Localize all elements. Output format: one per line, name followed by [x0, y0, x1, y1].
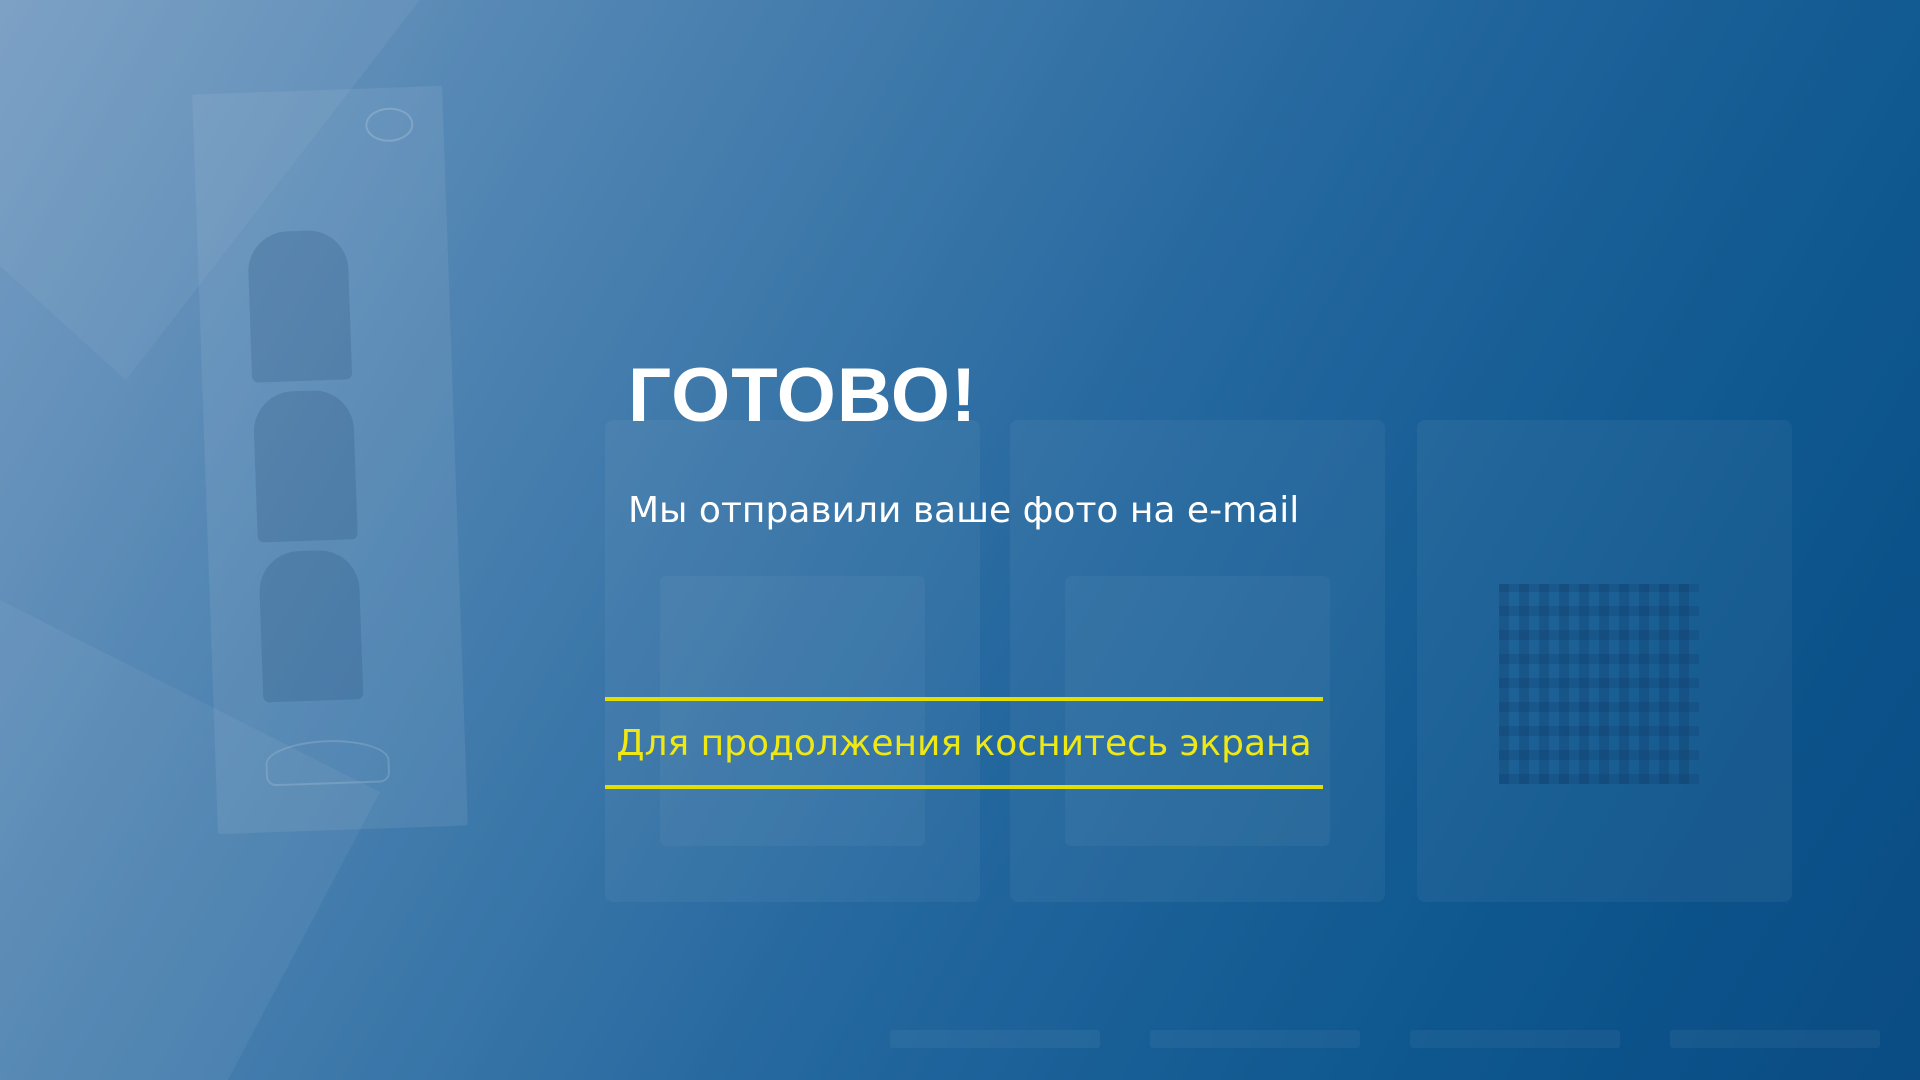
dim-overlay[interactable]	[0, 0, 1920, 1080]
continue-label: Для продолжения коснитесь экрана	[616, 722, 1312, 764]
continue-button[interactable]: Для продолжения коснитесь экрана	[605, 697, 1323, 789]
confirmation-message: Мы отправили ваше фото на e-mail	[628, 490, 1300, 531]
page-title: ГОТОВО!	[628, 353, 978, 438]
